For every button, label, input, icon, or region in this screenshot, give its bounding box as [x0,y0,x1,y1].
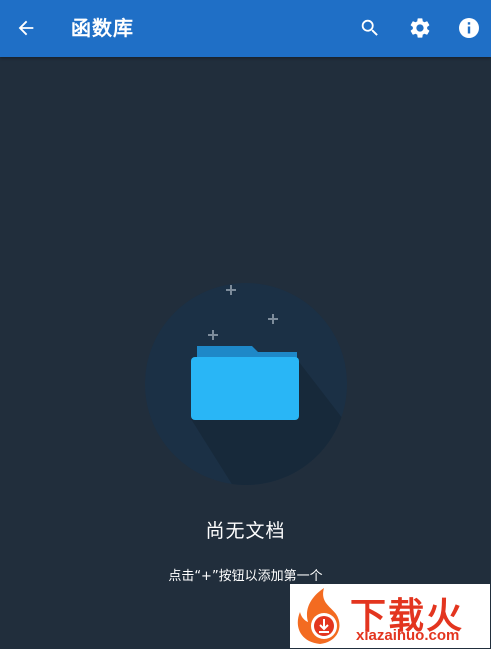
info-icon [459,18,479,38]
watermark: 下载火 xiazaihuo.com [290,584,490,648]
search-button[interactable] [350,8,390,48]
settings-button[interactable] [400,8,440,48]
watermark-url: xiazaihuo.com [356,627,460,644]
flame-logo-icon [297,588,340,644]
arrow-back-icon [18,20,34,36]
empty-title: 尚无文档 [205,520,286,542]
back-button[interactable] [6,8,46,48]
empty-illustration [145,283,347,485]
empty-hint: 点击“+”按钮以添加第一个 [168,569,323,584]
empty-state: 尚无文档 点击“+”按钮以添加第一个 [0,57,491,649]
app-bar: 函数库 [0,0,491,57]
info-button[interactable] [449,8,489,48]
folder-icon [191,346,299,420]
page-title: 函数库 [71,16,134,40]
search-icon [361,19,378,36]
gear-icon [410,18,430,38]
